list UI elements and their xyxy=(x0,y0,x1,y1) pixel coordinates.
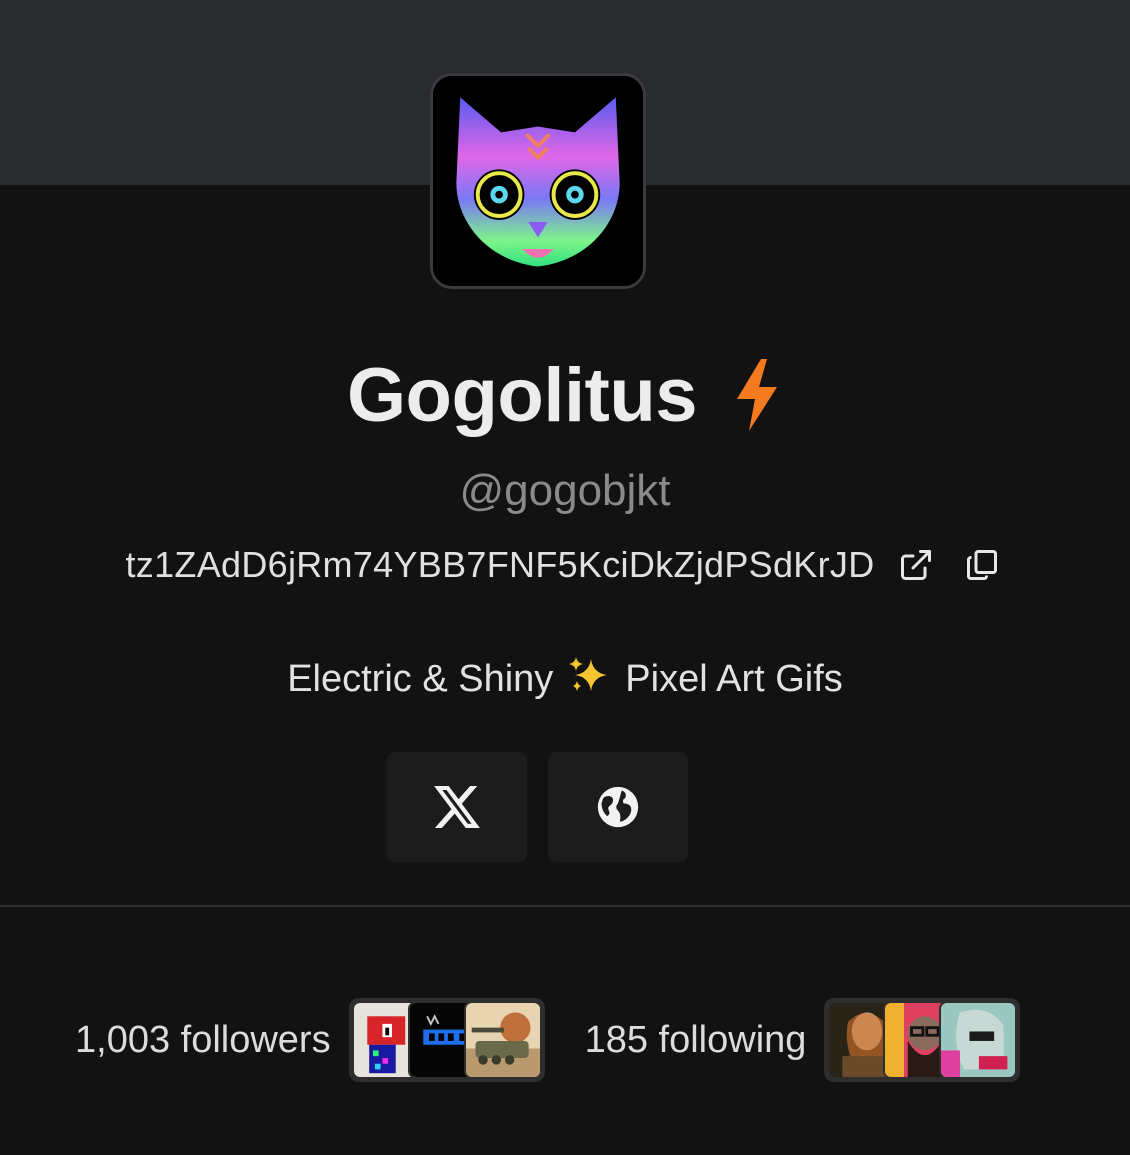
following-avatar-stack[interactable] xyxy=(824,998,1021,1082)
x-twitter-link-button[interactable] xyxy=(387,752,527,862)
copy-icon[interactable] xyxy=(959,542,1005,588)
bio-text-part2: Pixel Art Gifs xyxy=(625,658,843,700)
website-link-button[interactable] xyxy=(548,752,688,862)
profile-handle: @gogobjkt xyxy=(459,466,671,515)
x-logo-icon xyxy=(434,786,480,828)
follow-stats: 1,003 followers 185 following xyxy=(0,998,1130,1082)
followers-count[interactable]: 1,003 followers xyxy=(75,1019,331,1062)
display-name: Gogolitus xyxy=(346,352,698,438)
following-avatar xyxy=(939,1001,1018,1079)
external-link-icon[interactable] xyxy=(893,542,939,588)
globe-icon xyxy=(597,786,639,828)
profile-bio: Electric & Shiny Pixel Art Gifs xyxy=(0,655,1130,701)
bio-text-part1: Electric & Shiny xyxy=(287,658,554,700)
profile-avatar xyxy=(430,73,646,289)
name-row: Gogolitus xyxy=(0,350,1130,440)
sparkles-icon xyxy=(569,657,608,691)
social-links xyxy=(387,752,688,862)
wallet-address[interactable]: tz1ZAdD6jRm74YBB7FNF5KciDkZjdPSdKrJD xyxy=(125,544,874,586)
wallet-address-row: tz1ZAdD6jRm74YBB7FNF5KciDkZjdPSdKrJD xyxy=(0,538,1130,592)
following-count[interactable]: 185 following xyxy=(585,1019,807,1062)
followers-avatar-stack[interactable] xyxy=(348,998,545,1082)
follower-avatar xyxy=(463,1001,542,1079)
section-divider xyxy=(0,905,1130,907)
cat-avatar-image xyxy=(433,76,643,286)
lightning-bolt-icon xyxy=(737,359,778,431)
